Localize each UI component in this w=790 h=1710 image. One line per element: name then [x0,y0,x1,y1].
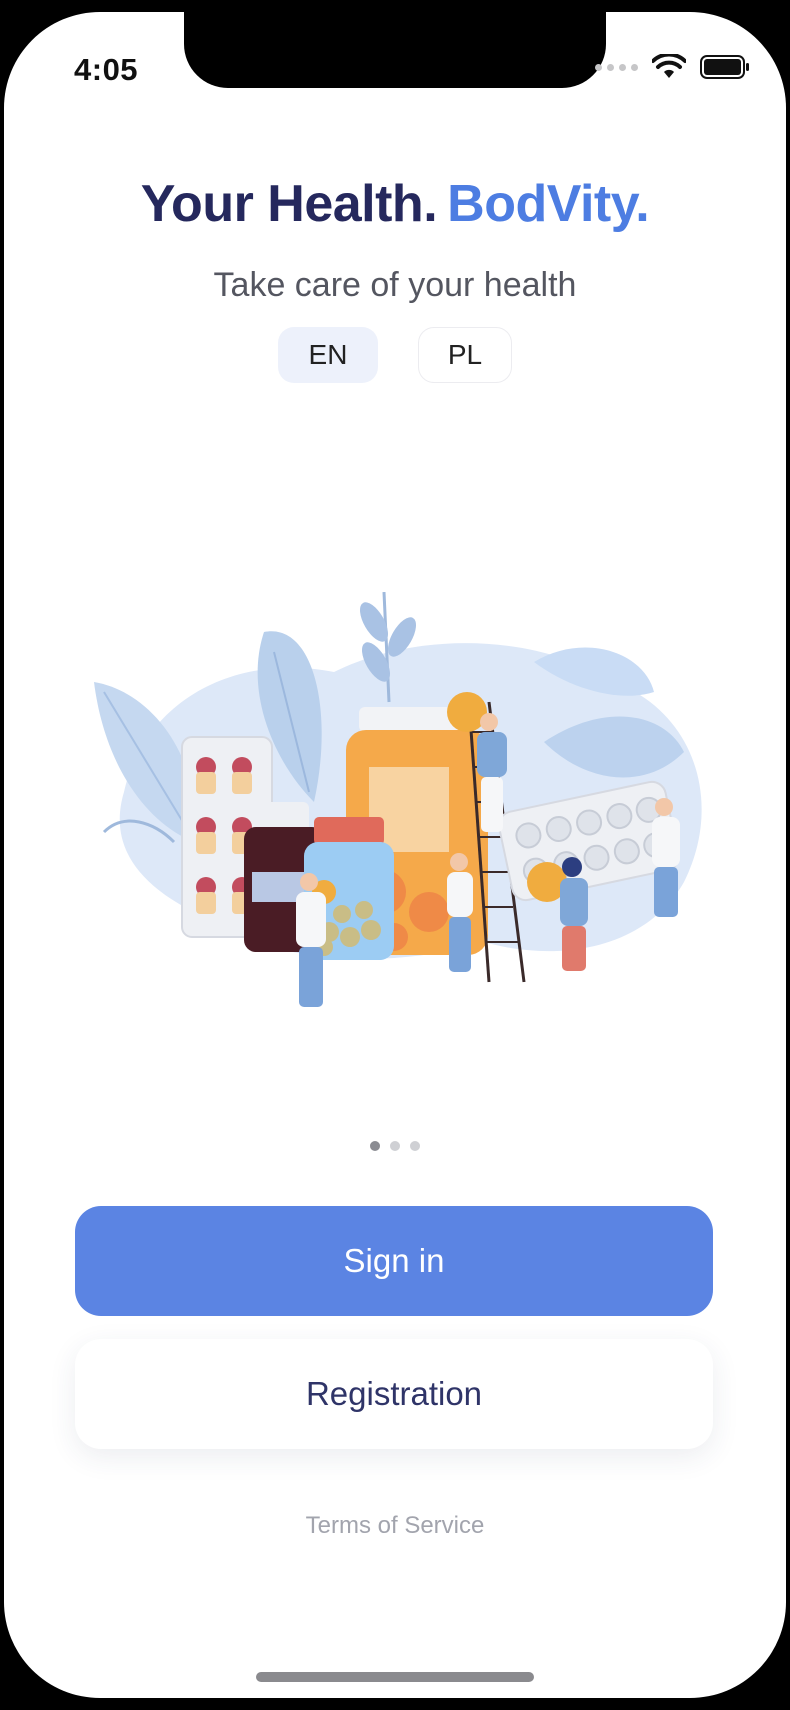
registration-button[interactable]: Registration [75,1339,713,1449]
sign-in-button[interactable]: Sign in [75,1206,713,1316]
terms-of-service-link[interactable]: Terms of Service [4,1512,786,1540]
battery-icon [700,55,750,79]
signal-icon [595,63,638,71]
device-notch [184,12,606,88]
page-title: Your Health. BodVity. [4,174,786,234]
title-part-1: Your Health. [140,175,438,233]
carousel-page-indicator[interactable] [4,1141,786,1151]
language-switcher: EN PL [4,327,786,383]
carousel-dot-1[interactable] [370,1141,380,1151]
status-bar-right [595,54,750,80]
home-indicator[interactable] [256,1672,534,1682]
health-illustration [84,591,714,1032]
page-subtitle: Take care of your health [213,266,577,304]
language-pl-button[interactable]: PL [418,327,512,383]
carousel-dot-2[interactable] [390,1141,400,1151]
app-screen: 4:05 Your Health. BodVity. Take care of y… [4,12,786,1698]
language-en-button[interactable]: EN [278,327,378,383]
carousel-dot-3[interactable] [410,1141,420,1151]
status-time: 4:05 [74,52,139,87]
title-brand: BodVity. [447,175,650,233]
wifi-icon [652,54,686,80]
